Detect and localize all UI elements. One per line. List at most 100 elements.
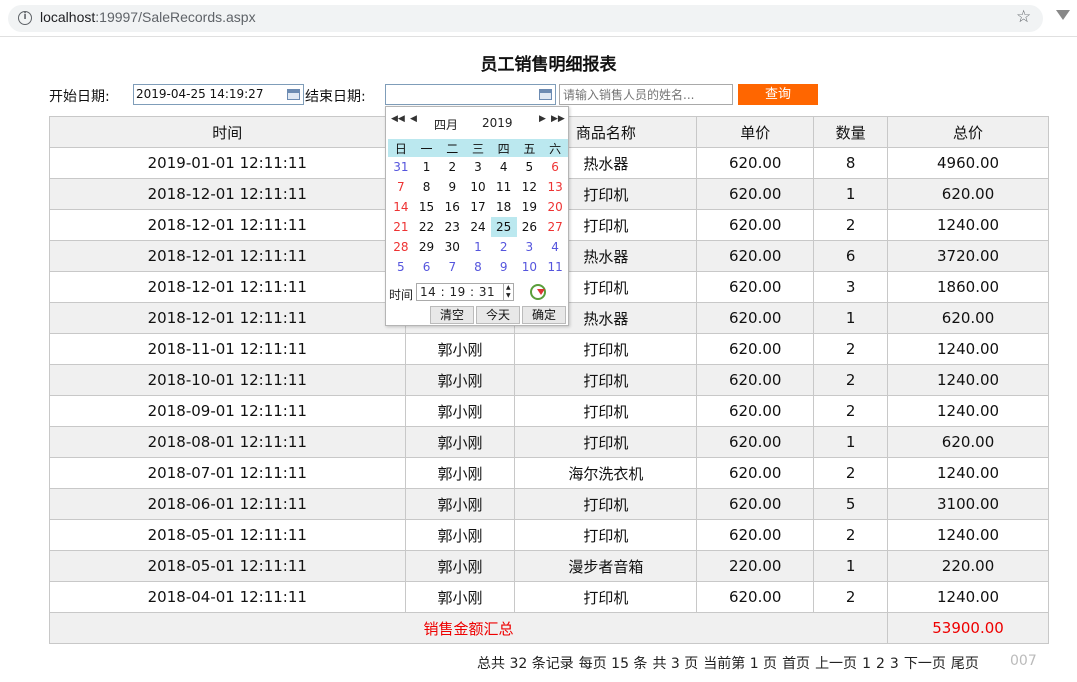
summary-row: 销售金额汇总 53900.00 (48, 612, 1049, 644)
cell-quantity: 2 (813, 209, 889, 241)
calendar-day[interactable]: 5 (388, 257, 414, 277)
cell-quantity: 2 (813, 395, 889, 427)
summary-label: 销售金额汇总 (48, 612, 889, 644)
calendar-day[interactable]: 9 (439, 177, 465, 197)
calendar-day[interactable]: 17 (465, 197, 491, 217)
calendar-day[interactable]: 30 (439, 237, 465, 257)
cell-salesperson: 郭小刚 (404, 395, 516, 427)
cell-unit-price: 620.00 (696, 364, 815, 396)
prev-month-icon[interactable]: ◀ (410, 114, 417, 124)
picker-year[interactable]: 2019 (482, 116, 513, 130)
cell-salesperson: 郭小刚 (404, 519, 516, 551)
calendar-week: 7 8 9 10 11 12 13 (388, 177, 568, 197)
calendar-day[interactable]: 2 (439, 157, 465, 177)
calendar-day[interactable]: 6 (414, 257, 440, 277)
cell-product-name: 海尔洗衣机 (514, 457, 698, 489)
browser-toolbar: i localhost:19997/SaleRecords.aspx ☆ (0, 0, 1077, 37)
cell-unit-price: 620.00 (696, 581, 815, 613)
calendar-day[interactable]: 9 (491, 257, 517, 277)
pager-link[interactable]: 3 (890, 656, 899, 672)
end-date-input[interactable] (385, 84, 556, 105)
pager-link[interactable]: 首页 (782, 656, 810, 672)
browser-menu-icon[interactable] (1056, 10, 1070, 20)
calendar-day[interactable]: 11 (491, 177, 517, 197)
calendar-day[interactable]: 10 (465, 177, 491, 197)
salesperson-name-input[interactable] (559, 84, 733, 105)
cell-product-name: 打印机 (514, 364, 698, 396)
ok-button[interactable]: 确定 (522, 306, 566, 324)
pager-link[interactable]: 上一页 (815, 656, 857, 672)
calendar-day[interactable]: 12 (517, 177, 543, 197)
calendar-day[interactable]: 29 (414, 237, 440, 257)
calendar-day[interactable]: 14 (388, 197, 414, 217)
info-icon[interactable]: i (18, 11, 32, 25)
calendar-day[interactable]: 1 (465, 237, 491, 257)
cell-time: 2018-12-01 12:11:11 (49, 240, 406, 272)
calendar-day[interactable]: 8 (414, 177, 440, 197)
picker-month[interactable]: 四月 (434, 116, 458, 133)
calendar-day[interactable]: 3 (465, 157, 491, 177)
calendar-day[interactable]: 22 (414, 217, 440, 237)
cell-total-price: 1240.00 (887, 581, 1049, 613)
query-button[interactable]: 查询 (738, 84, 818, 105)
today-button[interactable]: 今天 (476, 306, 520, 324)
cell-total-price: 1240.00 (887, 364, 1049, 396)
url-path: :19997/SaleRecords.aspx (95, 9, 256, 25)
calendar-day[interactable]: 15 (414, 197, 440, 217)
next-year-icon[interactable]: ▶▶ (551, 114, 565, 124)
cell-salesperson: 郭小刚 (404, 364, 516, 396)
weekday-label: 二 (439, 139, 466, 157)
calendar-icon[interactable] (287, 89, 300, 100)
calendar-day[interactable]: 11 (542, 257, 568, 277)
calendar-day[interactable]: 3 (517, 237, 543, 257)
cell-time: 2018-12-01 12:11:11 (49, 209, 406, 241)
next-month-icon[interactable]: ▶ (539, 114, 546, 124)
bookmark-star-icon[interactable]: ☆ (1016, 7, 1031, 27)
calendar-day[interactable]: 8 (465, 257, 491, 277)
calendar-day[interactable]: 16 (439, 197, 465, 217)
pager-link[interactable]: 2 (876, 656, 885, 672)
calendar-day[interactable]: 24 (465, 217, 491, 237)
header-quantity: 数量 (813, 116, 889, 148)
calendar-day[interactable]: 18 (491, 197, 517, 217)
calendar-day[interactable]: 28 (388, 237, 414, 257)
time-input[interactable]: 14 : 19 : 31 ▲ ▼ (416, 283, 514, 301)
cell-total-price: 620.00 (887, 302, 1049, 334)
cell-product-name: 漫步者音箱 (514, 550, 698, 582)
time-spinner[interactable]: ▲ ▼ (503, 284, 513, 300)
calendar-day[interactable]: 19 (517, 197, 543, 217)
calendar-day[interactable]: 27 (542, 217, 568, 237)
start-date-input[interactable]: 2019-04-25 14:19:27 (133, 84, 304, 105)
calendar-day[interactable]: 31 (388, 157, 414, 177)
calendar-days: 31 1 2 3 4 5 6 7 8 9 10 11 12 13 14 15 16 17 18 19 20 21 22 23 2… (388, 157, 568, 277)
end-date-label: 结束日期: (305, 89, 366, 105)
calendar-icon[interactable] (539, 89, 552, 100)
cell-total-price: 1240.00 (887, 395, 1049, 427)
clear-button[interactable]: 清空 (430, 306, 474, 324)
calendar-day[interactable]: 7 (388, 177, 414, 197)
pager-link[interactable]: 尾页 (951, 656, 979, 672)
calendar-day[interactable]: 6 (542, 157, 568, 177)
calendar-day[interactable]: 10 (517, 257, 543, 277)
calendar-day[interactable]: 2 (491, 237, 517, 257)
calendar-day[interactable]: 25 (490, 217, 517, 237)
refresh-time-icon[interactable] (530, 284, 546, 300)
calendar-day[interactable]: 4 (542, 237, 568, 257)
pager-link[interactable]: 下一页 (904, 656, 946, 672)
pager-link[interactable]: 1 (862, 656, 871, 672)
url-text[interactable]: localhost:19997/SaleRecords.aspx (40, 9, 256, 25)
calendar-day[interactable]: 26 (517, 217, 543, 237)
calendar-day[interactable]: 7 (439, 257, 465, 277)
calendar-day[interactable]: 21 (388, 217, 414, 237)
calendar-day[interactable]: 13 (542, 177, 568, 197)
calendar-day[interactable]: 4 (491, 157, 517, 177)
calendar-day[interactable]: 20 (542, 197, 568, 217)
cell-total-price: 4960.00 (887, 147, 1049, 179)
start-date-label: 开始日期: (49, 89, 110, 105)
calendar-day[interactable]: 5 (517, 157, 543, 177)
calendar-day[interactable]: 1 (414, 157, 440, 177)
cell-unit-price: 620.00 (696, 240, 815, 272)
calendar-day[interactable]: 23 (439, 217, 465, 237)
prev-year-icon[interactable]: ◀◀ (391, 114, 405, 124)
cell-time: 2019-01-01 12:11:11 (49, 147, 406, 179)
